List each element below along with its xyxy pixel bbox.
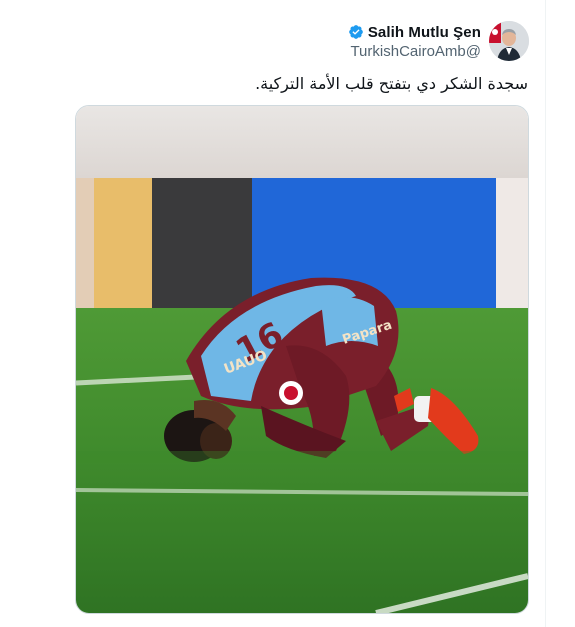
person-avatar-icon [489, 21, 529, 61]
verified-badge-icon [348, 25, 363, 39]
tweet-photo[interactable]: 16 UAUO Papara [75, 105, 529, 614]
tweet-text: سجدة الشكر دي بتفتح قلب الأمة التركية. [255, 74, 528, 93]
photo-icon: 16 UAUO Papara [76, 106, 528, 613]
author-handle[interactable]: TurkishCairoAmb@ [350, 43, 481, 60]
timeline-divider [545, 0, 546, 627]
author-display-name[interactable]: Salih Mutlu Şen [368, 24, 481, 41]
author-name-row[interactable]: Salih Mutlu Şen [348, 22, 481, 42]
author-avatar[interactable] [489, 21, 529, 61]
tweet-card[interactable]: Salih Mutlu Şen TurkishCairoAmb@ سجدة ال… [0, 0, 545, 627]
